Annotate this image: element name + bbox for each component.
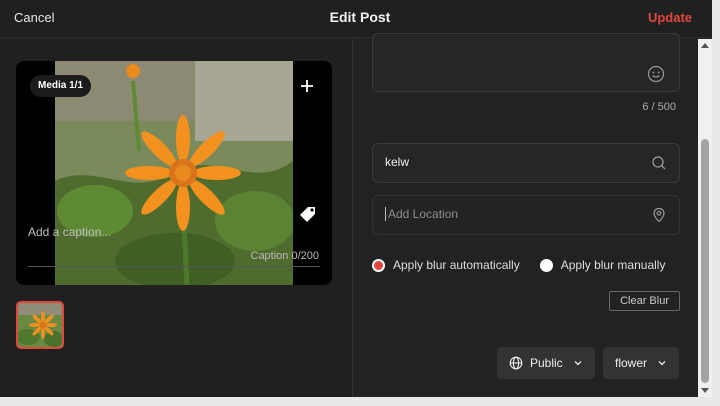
scroll-up-arrow-icon[interactable]: [701, 43, 709, 48]
plus-icon: [301, 80, 313, 92]
globe-icon: [509, 356, 523, 370]
vertical-scrollbar[interactable]: [698, 39, 712, 397]
media-panel: Media 1/1 Caption 0/200: [0, 39, 352, 397]
scroll-down-arrow-icon[interactable]: [701, 388, 709, 393]
tag-people-button[interactable]: [296, 203, 320, 227]
location-pin-icon[interactable]: [651, 207, 667, 223]
search-input[interactable]: [385, 155, 635, 169]
description-textarea[interactable]: [372, 33, 680, 92]
chevron-down-icon: [658, 361, 666, 366]
blur-options: Apply blur automatically Apply blur manu…: [372, 256, 685, 274]
clear-blur-button[interactable]: Clear Blur: [609, 291, 680, 311]
search-icon[interactable]: [651, 155, 667, 171]
update-button[interactable]: Update: [648, 10, 692, 25]
tag-icon: [300, 207, 315, 222]
details-panel: 6 / 500 Apply blur automatically Apply b…: [353, 33, 698, 397]
blur-manual-label[interactable]: Apply blur manually: [561, 258, 666, 272]
page-title: Edit Post: [329, 9, 391, 25]
location-input[interactable]: [385, 207, 635, 221]
blur-manual-radio[interactable]: [539, 258, 553, 272]
caption-underline: [28, 266, 320, 267]
media-thumbnail[interactable]: [16, 301, 64, 349]
search-field[interactable]: [372, 143, 680, 183]
category-dropdown[interactable]: flower: [603, 347, 680, 379]
blur-auto-radio[interactable]: [372, 258, 385, 272]
category-value: flower: [615, 356, 648, 370]
media-count-badge: Media 1/1: [30, 75, 92, 97]
window-frame-right: [712, 0, 720, 406]
media-preview: Media 1/1 Caption 0/200: [16, 61, 332, 285]
chevron-down-icon: [574, 361, 582, 366]
thumbnail-photo: [18, 303, 62, 347]
privacy-value: Public: [530, 356, 563, 370]
location-field[interactable]: [372, 195, 680, 235]
privacy-dropdown[interactable]: Public: [497, 347, 595, 379]
description-counter: 6 / 500: [642, 101, 676, 113]
add-media-button[interactable]: [296, 75, 318, 97]
scrollbar-thumb[interactable]: [701, 139, 709, 383]
smiley-icon[interactable]: [647, 65, 665, 83]
window-frame-bottom: [0, 397, 720, 406]
caption-input[interactable]: [28, 225, 258, 239]
caption-counter: Caption 0/200: [250, 250, 320, 262]
blur-auto-label[interactable]: Apply blur automatically: [393, 258, 520, 272]
